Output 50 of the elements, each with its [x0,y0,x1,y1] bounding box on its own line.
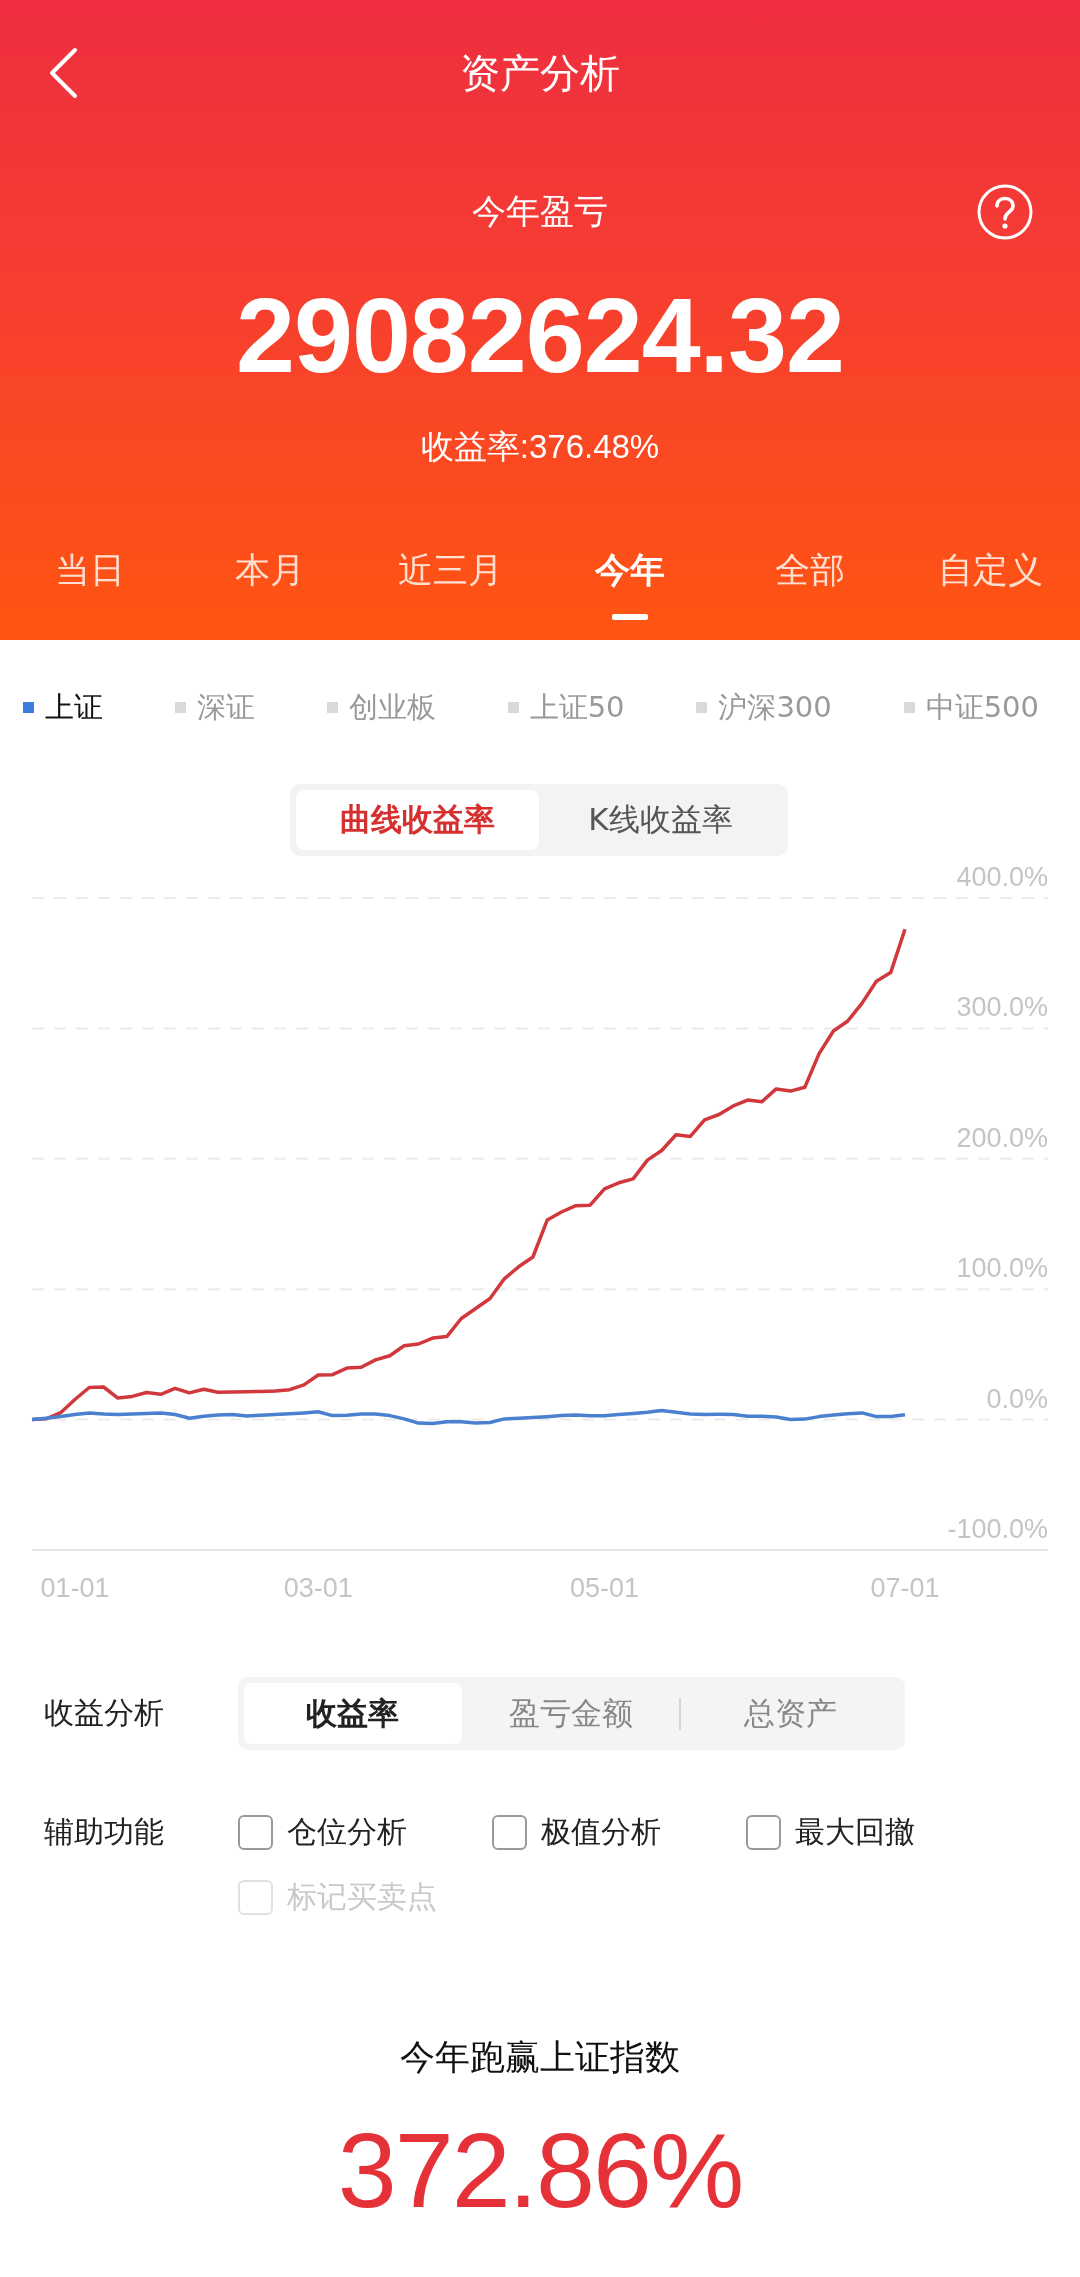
profit-amount: 29082624.32 [236,275,844,395]
outperform-title: 今年跑赢上证指数 [400,2036,680,2079]
legend-square-icon [507,701,519,713]
x-axis-label: 01-01 [40,1573,110,1603]
index-legend-item[interactable]: 上证50 [507,685,625,729]
y-axis-label: 100.0% [956,1253,1048,1284]
legend-square-icon [326,701,338,713]
period-tab[interactable]: 自定义 [937,547,1043,593]
checkbox-label: 仓位分析 [287,1812,407,1851]
checkbox[interactable] [746,1814,781,1850]
analysis-option[interactable]: 收益率 [244,1683,462,1744]
analysis-option[interactable]: 总资产 [681,1683,899,1744]
index-legend-item[interactable]: 中证500 [903,685,1039,729]
legend-square-icon [696,701,708,713]
outperform-value: 372.86% [337,2110,743,2230]
y-axis-label: 300.0% [956,992,1048,1023]
checkbox-label: 极值分析 [541,1812,661,1851]
chart-mode-option[interactable]: K线收益率 [539,790,782,850]
analysis-option[interactable]: 盈亏金额 [461,1683,680,1744]
x-axis-label: 07-01 [870,1573,940,1603]
back-icon[interactable] [48,47,78,99]
aux-label: 辅助功能 [44,1813,165,1851]
legend-square-icon [903,701,915,713]
chart-mode-option[interactable]: 曲线收益率 [296,790,539,850]
period-tab[interactable]: 当日 [55,547,125,593]
x-axis-label: 05-01 [569,1573,639,1603]
checkbox-label: 最大回撤 [795,1812,915,1851]
checkbox[interactable] [492,1814,527,1850]
return-rate: 收益率:376.48% [420,427,660,467]
index-legend-item[interactable]: 深证 [174,685,255,729]
page-title: 资产分析 [460,48,620,98]
help-icon[interactable] [977,184,1033,240]
summary-title: 今年盈亏 [472,190,608,233]
period-tab[interactable]: 全部 [775,547,845,593]
legend-square-icon [23,701,34,713]
active-tab-indicator [612,614,648,620]
legend-square-icon [174,701,186,713]
x-axis-label: 03-01 [283,1573,353,1603]
period-tab[interactable]: 近三月 [397,547,503,593]
index-legend-item[interactable]: 创业板 [326,685,436,729]
period-tab[interactable]: 本月 [235,547,305,593]
index-legend-item[interactable]: 沪深300 [696,685,832,729]
analysis-label: 收益分析 [44,1694,165,1732]
index-legend-item[interactable]: 上证 [23,685,103,729]
y-axis-label: 0.0% [986,1383,1048,1414]
y-axis-label: 400.0% [956,862,1048,892]
y-axis-label: 200.0% [956,1122,1048,1153]
y-axis-label: -100.0% [947,1514,1048,1544]
checkbox[interactable] [238,1814,273,1850]
period-tab[interactable]: 今年 [595,547,665,593]
